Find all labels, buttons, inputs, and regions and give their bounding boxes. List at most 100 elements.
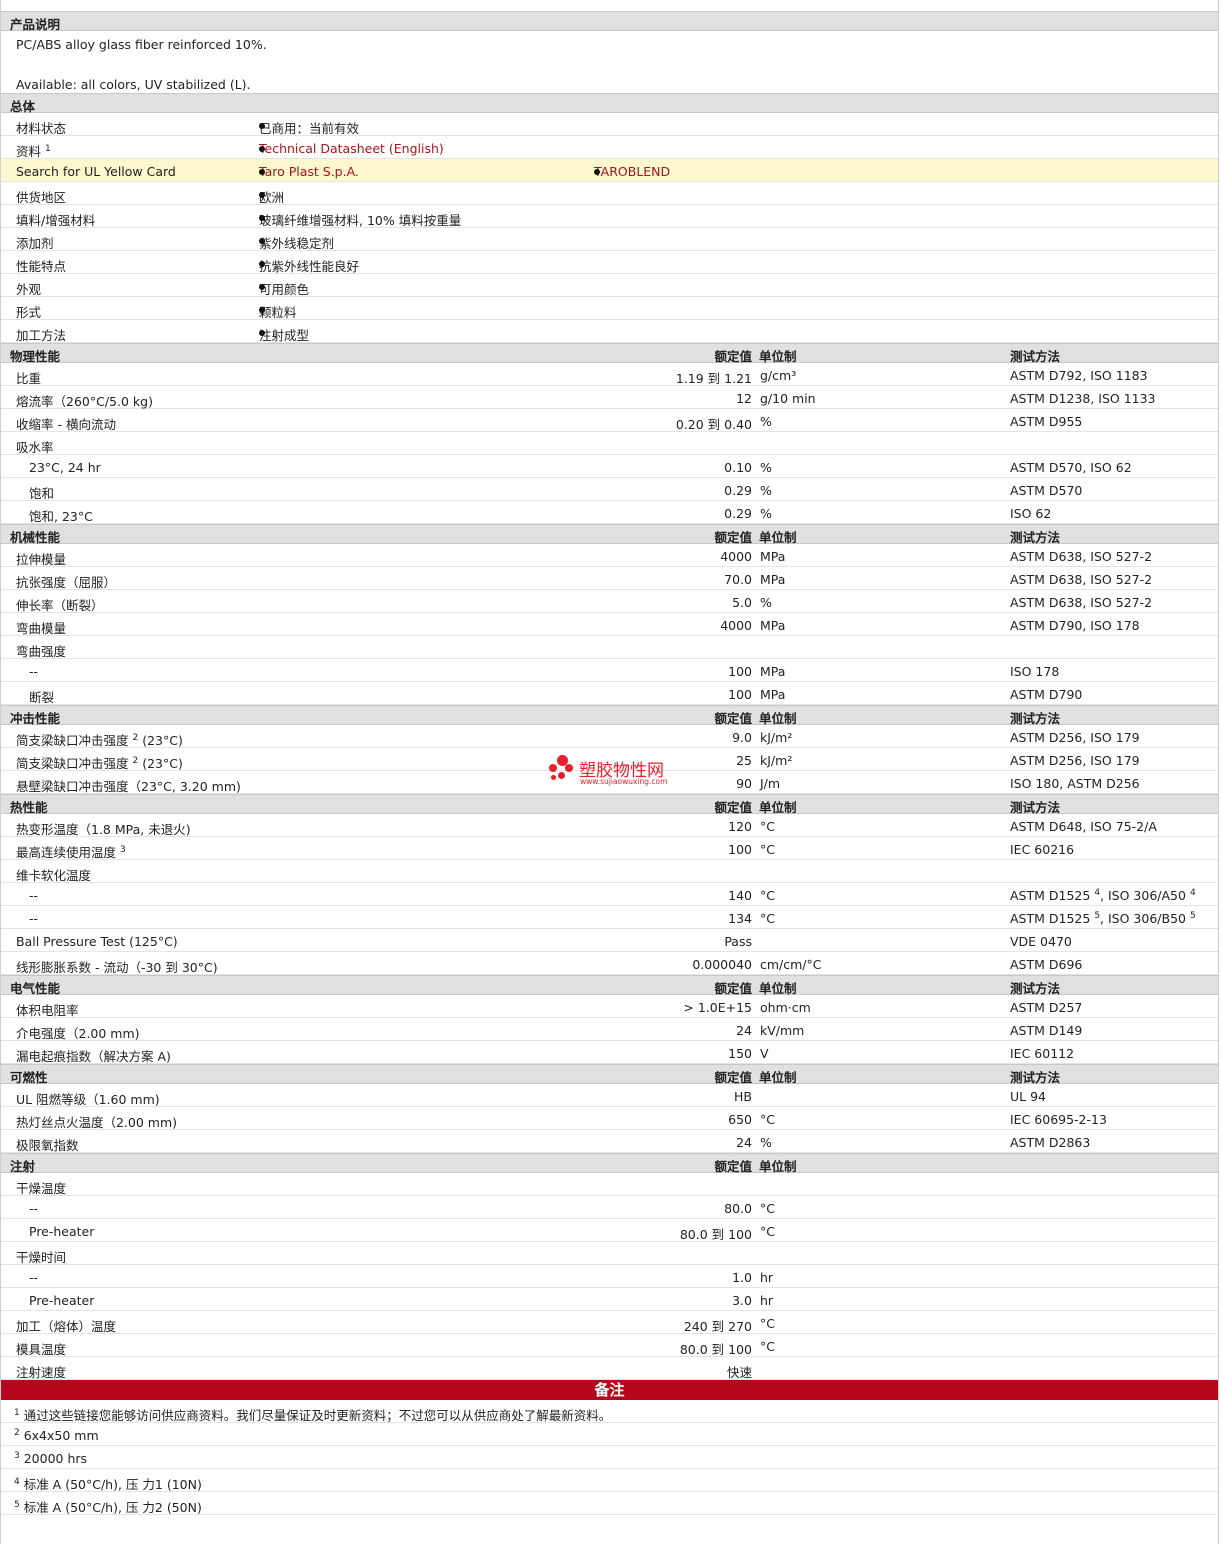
- property-unit: kJ/m²: [760, 753, 793, 768]
- property-label: 23°C, 24 hr: [29, 460, 101, 475]
- property-unit: °C: [760, 1201, 775, 1216]
- footnote-ref: 1: [45, 144, 51, 154]
- property-label: 抗张强度（屈服）: [16, 575, 117, 590]
- property-unit: g/10 min: [760, 391, 816, 406]
- property-unit: °C: [760, 1224, 775, 1239]
- notes-header: 备注: [1, 1380, 1218, 1400]
- row-label: 供货地区: [16, 190, 67, 205]
- property-row: 模具温度 80.0 到 100 °C: [1, 1334, 1218, 1357]
- property-label: 吸水率: [16, 440, 54, 455]
- value-text: 已商用：当前有效: [259, 121, 360, 136]
- property-unit: °C: [760, 1316, 775, 1331]
- value-text[interactable]: Taro Plast S.p.A.: [259, 164, 359, 179]
- property-label: 最高连续使用温度 3: [16, 845, 126, 860]
- bullet-icon: [259, 307, 265, 313]
- property-row: 断裂 100 MPa ASTM D790: [1, 682, 1218, 705]
- property-value: 134: [728, 911, 752, 926]
- property-value: 0.000040: [692, 957, 752, 972]
- bullet-icon: [259, 284, 265, 290]
- property-value: 150: [728, 1046, 752, 1061]
- test-method: ASTM D955: [1010, 414, 1083, 429]
- property-value: 12: [736, 391, 752, 406]
- property-row: 饱和, 23°C 0.29% ISO 62: [1, 501, 1218, 524]
- note-row: 4 标准 A (50°C/h), 压 力1 (10N): [1, 1469, 1218, 1492]
- property-value: 9.0: [732, 730, 752, 745]
- property-row: -- 140 °C ASTM D1525 4, ISO 306/A50 4: [1, 883, 1218, 906]
- test-method: ASTM D696: [1010, 957, 1083, 972]
- bullet-icon: [259, 238, 265, 244]
- property-label: 介电强度（2.00 mm): [16, 1026, 140, 1041]
- test-method: ASTM D257: [1010, 1000, 1083, 1015]
- property-row: 干燥时间: [1, 1242, 1218, 1265]
- section-header-impact: 冲击性能 额定值 单位制 测试方法: [1, 705, 1218, 726]
- logo-dots-icon: [549, 755, 577, 783]
- link-item[interactable]: Taro Plast S.p.A.: [259, 164, 359, 179]
- bullet-icon: [259, 192, 265, 198]
- property-label: 收缩率 - 横向流动: [16, 417, 116, 432]
- test-method: ASTM D648, ISO 75-2/A: [1010, 819, 1157, 834]
- value-text: 可用颜色: [259, 282, 310, 297]
- value-text: 玻璃纤维增强材料, 10% 填料按重量: [259, 213, 462, 228]
- description-line: PC/ABS alloy glass fiber reinforced 10%.: [16, 37, 267, 52]
- property-unit: °C: [760, 819, 775, 834]
- property-row: 热变形温度（1.8 MPa, 未退火) 120 °C ASTM D648, ISO 7…: [1, 814, 1218, 837]
- property-unit: %: [760, 414, 772, 429]
- property-label: 维卡软化温度: [16, 868, 92, 883]
- row-label[interactable]: Search for UL Yellow Card: [16, 164, 176, 179]
- property-value: > 1.0E+15: [683, 1000, 752, 1015]
- general-row: 资料 1 Technical Datasheet (English): [1, 136, 1218, 159]
- property-value: 4000: [720, 618, 752, 633]
- property-row: 漏电起痕指数（解决方案 A) 150 V IEC 60112: [1, 1041, 1218, 1064]
- property-label: 悬壁梁缺口冲击强度（23°C, 3.20 mm): [16, 779, 241, 794]
- property-label: --: [29, 1201, 39, 1216]
- row-label: 形式: [16, 305, 42, 320]
- property-value: 0.20 到 0.40: [675, 417, 752, 432]
- row-value: 已商用：当前有效: [259, 118, 359, 137]
- footnote-number: 1: [14, 1408, 20, 1418]
- property-label: 热灯丝点火温度（2.00 mm): [16, 1115, 178, 1130]
- property-row: 热灯丝点火温度（2.00 mm) 650 °C IEC 60695-2-13: [1, 1107, 1218, 1130]
- test-method: ASTM D1525 4, ISO 306/A50 4: [1010, 888, 1196, 903]
- property-unit: MPa: [760, 618, 786, 633]
- test-method: ASTM D1525 5, ISO 306/B50 5: [1010, 911, 1196, 926]
- property-value: 100: [728, 664, 752, 679]
- test-method: ASTM D570, ISO 62: [1010, 460, 1132, 475]
- property-label: Pre-heater: [29, 1293, 95, 1308]
- property-value: Pass: [724, 934, 752, 949]
- property-unit: J/m: [760, 776, 781, 791]
- general-row: 添加剂 紫外线稳定剂: [1, 228, 1218, 251]
- property-label: 线形膨胀系数 - 流动（-30 到 30°C): [16, 960, 218, 975]
- property-label: 注射速度: [16, 1365, 67, 1380]
- description-line: Available: all colors, UV stabilized (L)…: [16, 77, 251, 92]
- property-label: 干燥时间: [16, 1250, 67, 1265]
- footnote-ref: 5: [1094, 911, 1101, 921]
- general-row: Search for UL Yellow Card Taro Plast S.p.…: [1, 159, 1218, 182]
- property-unit: cm/cm/°C: [760, 957, 822, 972]
- general-row: 材料状态 已商用：当前有效: [1, 113, 1218, 136]
- property-row: 注射速度 快速: [1, 1357, 1218, 1380]
- test-method: ASTM D790, ISO 178: [1010, 618, 1140, 633]
- property-label: Ball Pressure Test (125°C): [16, 934, 178, 949]
- property-unit: ohm·cm: [760, 1000, 811, 1015]
- value-text: 颗粒料: [259, 305, 297, 320]
- value-text[interactable]: TAROBLEND: [594, 164, 670, 179]
- note-row: 5 标准 A (50°C/h), 压 力2 (50N): [1, 1492, 1218, 1515]
- footnote-number: 2: [14, 1428, 20, 1438]
- property-row: 拉伸模量 4000 MPa ASTM D638, ISO 527-2: [1, 544, 1218, 567]
- row-value: 玻璃纤维增强材料, 10% 填料按重量: [259, 210, 461, 229]
- link-item[interactable]: Technical Datasheet (English): [259, 141, 444, 156]
- test-method: ASTM D570: [1010, 483, 1083, 498]
- property-row: 加工（熔体）温度 240 到 270 °C: [1, 1311, 1218, 1334]
- product-description: PC/ABS alloy glass fiber reinforced 10%.…: [1, 31, 1218, 93]
- property-value: 0.29: [724, 483, 752, 498]
- test-method: ASTM D638, ISO 527-2: [1010, 572, 1153, 587]
- property-row: 体积电阻率 > 1.0E+15 ohm·cm ASTM D257: [1, 995, 1218, 1018]
- watermark-logo: 塑胶物性网 www.sujiaowuxing.com: [549, 753, 679, 789]
- link-item[interactable]: TAROBLEND: [594, 164, 670, 179]
- property-unit: %: [760, 506, 772, 521]
- watermark-url: www.sujiaowuxing.com: [580, 777, 668, 786]
- property-label: 拉伸模量: [16, 552, 67, 567]
- test-method: ASTM D1238, ISO 1133: [1010, 391, 1156, 406]
- property-row: UL 阻燃等级（1.60 mm) HB UL 94: [1, 1084, 1218, 1107]
- value-text[interactable]: Technical Datasheet (English): [259, 141, 444, 156]
